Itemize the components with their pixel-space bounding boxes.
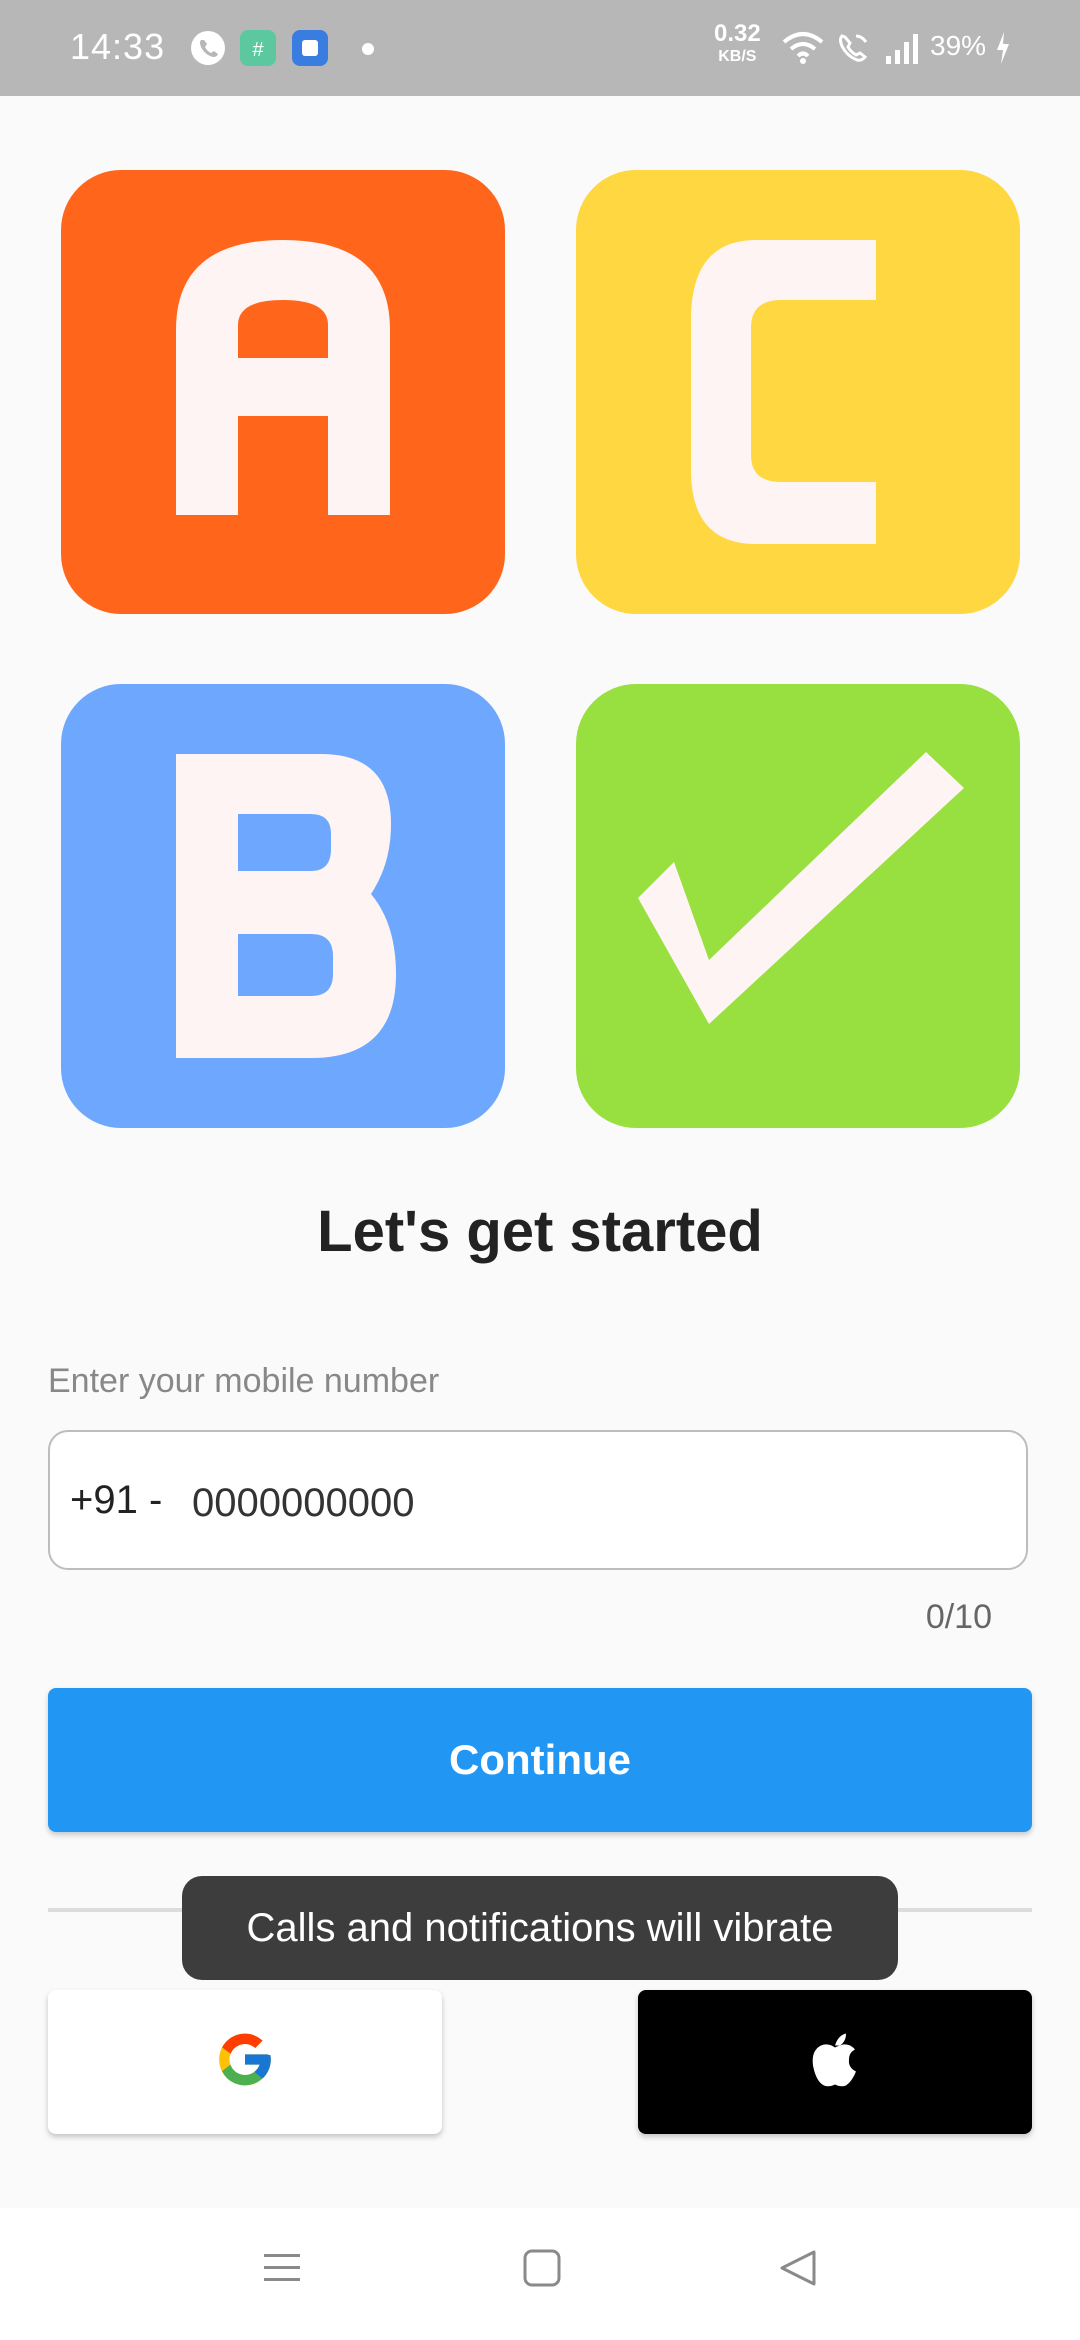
mobile-number-label: Enter your mobile number bbox=[48, 1362, 440, 1400]
app-notification-icon-2 bbox=[292, 30, 328, 71]
toast-message: Calls and notifications will vibrate bbox=[182, 1876, 898, 1980]
letter-a-icon bbox=[61, 170, 505, 614]
checkmark-icon bbox=[576, 684, 1020, 1128]
signal-icon bbox=[884, 30, 924, 71]
logo-tile-c bbox=[576, 170, 1020, 614]
network-speed: 0.32 KB/S bbox=[714, 22, 761, 67]
network-speed-unit: KB/S bbox=[718, 48, 757, 65]
status-time: 14:33 bbox=[70, 26, 166, 67]
menu-icon[interactable] bbox=[262, 2248, 302, 2293]
mobile-number-input[interactable] bbox=[190, 1462, 994, 1544]
wifi-icon bbox=[782, 30, 824, 71]
back-triangle-icon[interactable] bbox=[778, 2248, 818, 2293]
app-notification-icon: # bbox=[240, 30, 276, 71]
mobile-number-field[interactable]: +91 - bbox=[48, 1430, 1028, 1570]
logo-tile-a bbox=[61, 170, 505, 614]
dot-icon bbox=[362, 42, 374, 60]
country-code-prefix: +91 - bbox=[70, 1478, 163, 1522]
home-square-icon[interactable] bbox=[522, 2248, 562, 2293]
network-speed-value: 0.32 bbox=[714, 20, 761, 47]
charging-icon bbox=[994, 30, 1012, 71]
character-counter: 0/10 bbox=[925, 1598, 992, 1636]
status-bar: 14:33 # 0.32 KB/S 39% bbox=[0, 0, 1080, 96]
logo-tile-b bbox=[61, 684, 505, 1128]
google-icon bbox=[214, 2029, 276, 2096]
letter-b-icon bbox=[61, 684, 505, 1128]
battery-percentage: 39% bbox=[930, 30, 987, 61]
system-navigation-bar bbox=[0, 2208, 1080, 2340]
page-title: Let's get started bbox=[317, 1199, 763, 1264]
svg-text:#: # bbox=[252, 39, 264, 61]
continue-button[interactable]: Continue bbox=[48, 1688, 1032, 1832]
whatsapp-call-icon bbox=[190, 30, 226, 71]
apple-sign-in-button[interactable] bbox=[638, 1990, 1032, 2134]
apple-icon bbox=[808, 2030, 862, 2095]
logo-tile-check bbox=[576, 684, 1020, 1128]
google-sign-in-button[interactable] bbox=[48, 1990, 442, 2134]
wifi-call-icon bbox=[836, 30, 872, 71]
letter-c-icon bbox=[576, 170, 1020, 614]
